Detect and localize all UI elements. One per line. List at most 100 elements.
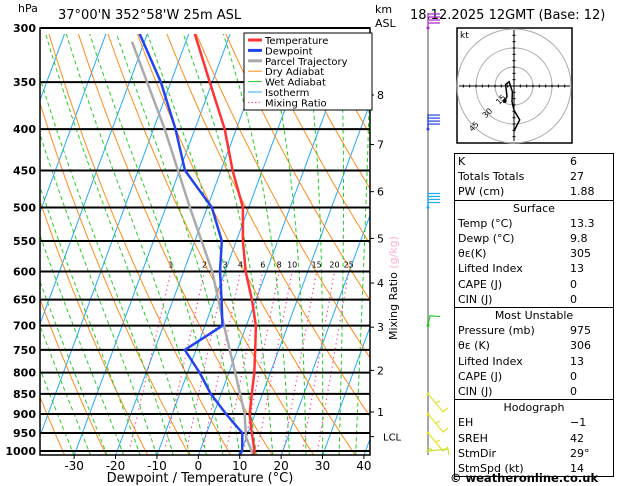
indices-section: K 6 Totals Totals 27 PW (cm) 1.88: [455, 154, 613, 200]
index-value: 6: [570, 155, 577, 168]
pressure-tick-label: 500: [13, 201, 36, 214]
index-row: CAPE (J) 0: [458, 277, 610, 292]
index-row: Lifted Index 13: [458, 354, 610, 369]
x-tick-label: 30: [315, 459, 330, 473]
wind-barb-staff: [427, 413, 449, 433]
indices-section: Surface Temp (°C) 13.3 Dewp (°C) 9.8 θε(K) 305…: [455, 199, 613, 307]
mixing-ratio-label: 8: [277, 261, 282, 270]
mixing-ratio-label: 3: [223, 261, 228, 270]
km-label: km: [375, 3, 392, 16]
index-value: 0: [570, 292, 577, 306]
datetime-title: 18.12.2025 12GMT (Base: 12): [410, 8, 605, 23]
index-value: 42: [570, 431, 584, 445]
index-row: Lifted Index 13: [458, 261, 610, 276]
index-row: CAPE (J) 0: [458, 369, 610, 384]
index-row: StmDir 29°: [458, 446, 610, 461]
pressure-tick-label: 700: [13, 320, 36, 333]
index-row: Pressure (mb) 975: [458, 323, 610, 338]
pressure-tick-label: 950: [13, 427, 36, 440]
index-value: 27: [570, 170, 584, 184]
pressure-tick-label: 750: [13, 344, 36, 357]
index-row: CIN (J) 0: [458, 292, 610, 307]
pressure-tick-label: 850: [13, 388, 36, 401]
indices-section: Most Unstable Pressure (mb) 975 θε (K) 306 Li…: [455, 307, 613, 399]
km-tick-label: 4: [377, 277, 384, 290]
index-label: Lifted Index: [458, 262, 523, 276]
index-value: 1.88: [570, 185, 595, 199]
mixing-ratio-label: 6: [260, 261, 265, 270]
mixing-ratio-label: 15: [311, 261, 321, 270]
asl-label: ASL: [375, 17, 397, 30]
legend-entry: Wet Adiabat: [265, 78, 326, 89]
km-tick-label: 1: [377, 406, 384, 419]
pressure-tick-label: 1000: [5, 445, 36, 458]
pressure-tick-label: 800: [13, 367, 36, 380]
indices-table: K 6 Totals Totals 27 PW (cm) 1.88 Surface Temp …: [454, 153, 614, 478]
wind-barb-staff: [427, 432, 449, 452]
index-row: SREH 42: [458, 431, 610, 446]
index-value: 13.3: [570, 216, 595, 230]
wind-barb: [426, 192, 440, 209]
hodograph-storm-motion-marker: [502, 98, 507, 103]
index-row: K6: [458, 154, 610, 169]
wet-adiabat-line: [65, 34, 207, 455]
section-title: Hodograph: [503, 401, 565, 415]
index-label: K: [458, 155, 466, 168]
pressure-tick-label: 350: [13, 76, 36, 89]
index-value: 975: [570, 324, 591, 338]
pressure-unit: hPa: [18, 2, 38, 15]
pressure-tick-label: 900: [13, 408, 36, 421]
pressure-tick-label: 550: [13, 235, 36, 248]
wind-barb: [426, 412, 449, 433]
index-label: Pressure (mb): [458, 324, 535, 338]
index-row: CIN (J) 0: [458, 384, 610, 399]
index-value: 13: [570, 354, 584, 368]
mixing-ratio-label: 10: [287, 261, 297, 270]
legend-entry: Mixing Ratio: [265, 98, 327, 109]
legend-entry: Isotherm: [265, 88, 309, 99]
index-label: CIN (J): [458, 385, 493, 399]
index-label: PW (cm): [458, 185, 505, 199]
index-value: −1: [570, 416, 587, 430]
km-tick-label: 3: [377, 321, 384, 334]
index-value: 306: [570, 339, 591, 353]
legend: TemperatureDewpointParcel TrajectoryDry …: [243, 32, 373, 111]
index-label: θε (K): [458, 339, 490, 353]
index-label: θε(K): [458, 247, 487, 261]
mixing-ratio-label: 1: [168, 261, 173, 270]
index-value: 13: [570, 262, 584, 276]
km-tick-label: 2: [377, 364, 384, 377]
km-tick-label: 8: [377, 89, 384, 102]
skewt-page: hPa 37°00'N 352°58'W 25m ASL km ASL 18.1…: [0, 0, 629, 486]
index-row: EH −1: [458, 415, 610, 430]
index-label: SREH: [458, 431, 488, 445]
index-value: 0: [570, 369, 577, 383]
index-label: CAPE (J): [458, 277, 503, 291]
index-label: CIN (J): [458, 292, 493, 306]
hodograph-unit: kt: [460, 31, 469, 41]
index-label: StmDir: [458, 446, 497, 460]
index-row: PW (cm) 1.88: [458, 184, 610, 199]
index-label: EH: [458, 416, 474, 430]
wind-barb: [426, 114, 440, 131]
x-tick-label: -30: [64, 459, 84, 473]
index-row: θε (K) 306: [458, 338, 610, 353]
legend-entry: Parcel Trajectory: [265, 57, 348, 68]
index-label: Dewp (°C): [458, 232, 515, 246]
index-row: θε(K) 305: [458, 246, 610, 261]
section-title: Surface: [513, 201, 555, 215]
section-title: Most Unstable: [494, 309, 574, 323]
index-label: CAPE (J): [458, 369, 503, 383]
pressure-tick-label: 300: [13, 22, 36, 35]
index-label: Totals Totals: [458, 170, 525, 184]
pressure-tick-label: 650: [13, 294, 36, 307]
mixing-ratio-label: 4: [238, 261, 243, 270]
index-value: 0: [570, 277, 577, 291]
km-tick-label: 6: [377, 186, 384, 199]
index-row: Temp (°C) 13.3: [458, 216, 610, 231]
mixing-ratio-unit: (g/kg): [387, 236, 400, 269]
mixing-ratio-axis-label: Mixing Ratio (g/kg): [387, 236, 400, 340]
index-label: Lifted Index: [458, 354, 523, 368]
wind-barb-staff: [427, 393, 449, 413]
index-label: Temp (°C): [458, 216, 513, 230]
